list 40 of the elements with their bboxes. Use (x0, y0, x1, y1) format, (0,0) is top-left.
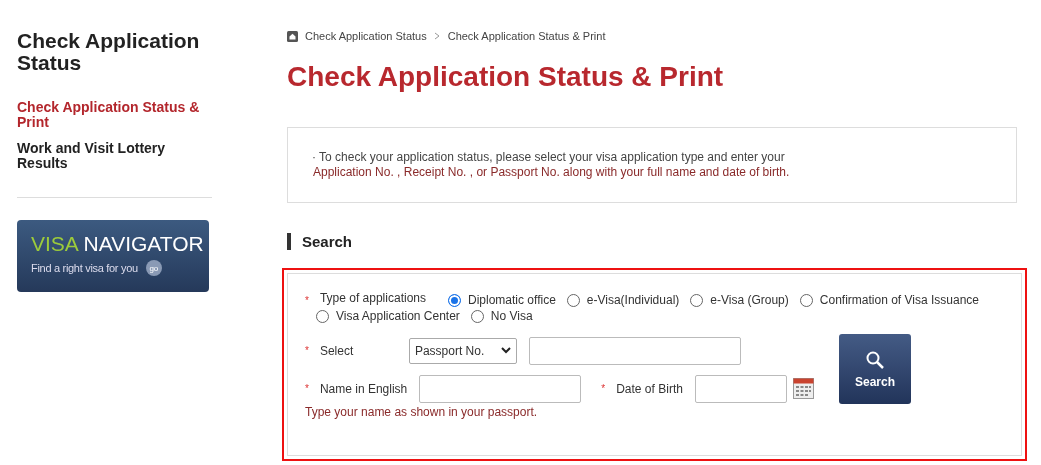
page-title: Check Application Status & Print (287, 61, 725, 93)
field-label: Name in English (319, 381, 408, 396)
radio-label[interactable]: Confirmation of Visa Issuance (819, 293, 979, 308)
sidebar-item[interactable]: Work and Visit Lottery Results (17, 141, 207, 171)
sidebar-title: Check Application Status (17, 30, 201, 74)
go-badge: go (145, 260, 162, 276)
field-label: Select (319, 343, 355, 358)
required-mark: * (601, 383, 606, 394)
radio-label[interactable]: e-Visa(Individual) (586, 293, 680, 308)
breadcrumb-separator-icon (433, 32, 441, 40)
calendar-icon[interactable] (792, 378, 814, 399)
radio-button[interactable] (448, 294, 461, 307)
notice-text: Application No. , Receipt No. , or Passport No. along with your full name and date of birth. (312, 165, 791, 180)
field-label: Date of Birth (616, 381, 683, 396)
home-icon[interactable] (287, 30, 298, 42)
search-button[interactable]: Search (839, 334, 911, 404)
required-mark: * (305, 383, 309, 394)
search-icon (865, 349, 885, 370)
radio-label[interactable]: No Visa (490, 309, 533, 324)
banner-brand: VISA (31, 232, 78, 255)
banner-brand: NAVIGATOR (83, 232, 204, 255)
field-label: Type of applications (319, 291, 426, 306)
sidebar-item[interactable]: Check Application Status & Print (17, 100, 207, 130)
hint-text: Type your name as shown in your passport. (305, 405, 539, 419)
section-heading: Search (287, 233, 1017, 250)
visa-navigator-banner[interactable]: VISA NAVIGATOR Find a right visa for you go (17, 220, 209, 292)
radio-label[interactable]: Visa Application Center (336, 309, 460, 324)
radio-label[interactable]: Diplomatic office (468, 293, 556, 308)
breadcrumb-link[interactable]: Check Application Status (305, 30, 427, 42)
breadcrumb-link[interactable]: Check Application Status & Print (447, 30, 606, 42)
chevron-down-icon (500, 347, 511, 354)
number-input[interactable] (528, 336, 741, 365)
radio-label[interactable]: e-Visa (Group) (710, 293, 789, 308)
banner-tagline: Find a right visa for you (31, 262, 138, 274)
name-input[interactable] (419, 374, 582, 403)
date-of-birth-input[interactable] (694, 374, 787, 403)
notice-text: · To check your application status, please select your visa application type and enter your (312, 150, 786, 165)
required-mark: * (305, 345, 309, 356)
id-type-dropdown[interactable]: Passport No. (408, 337, 517, 364)
required-mark: * (305, 294, 309, 308)
